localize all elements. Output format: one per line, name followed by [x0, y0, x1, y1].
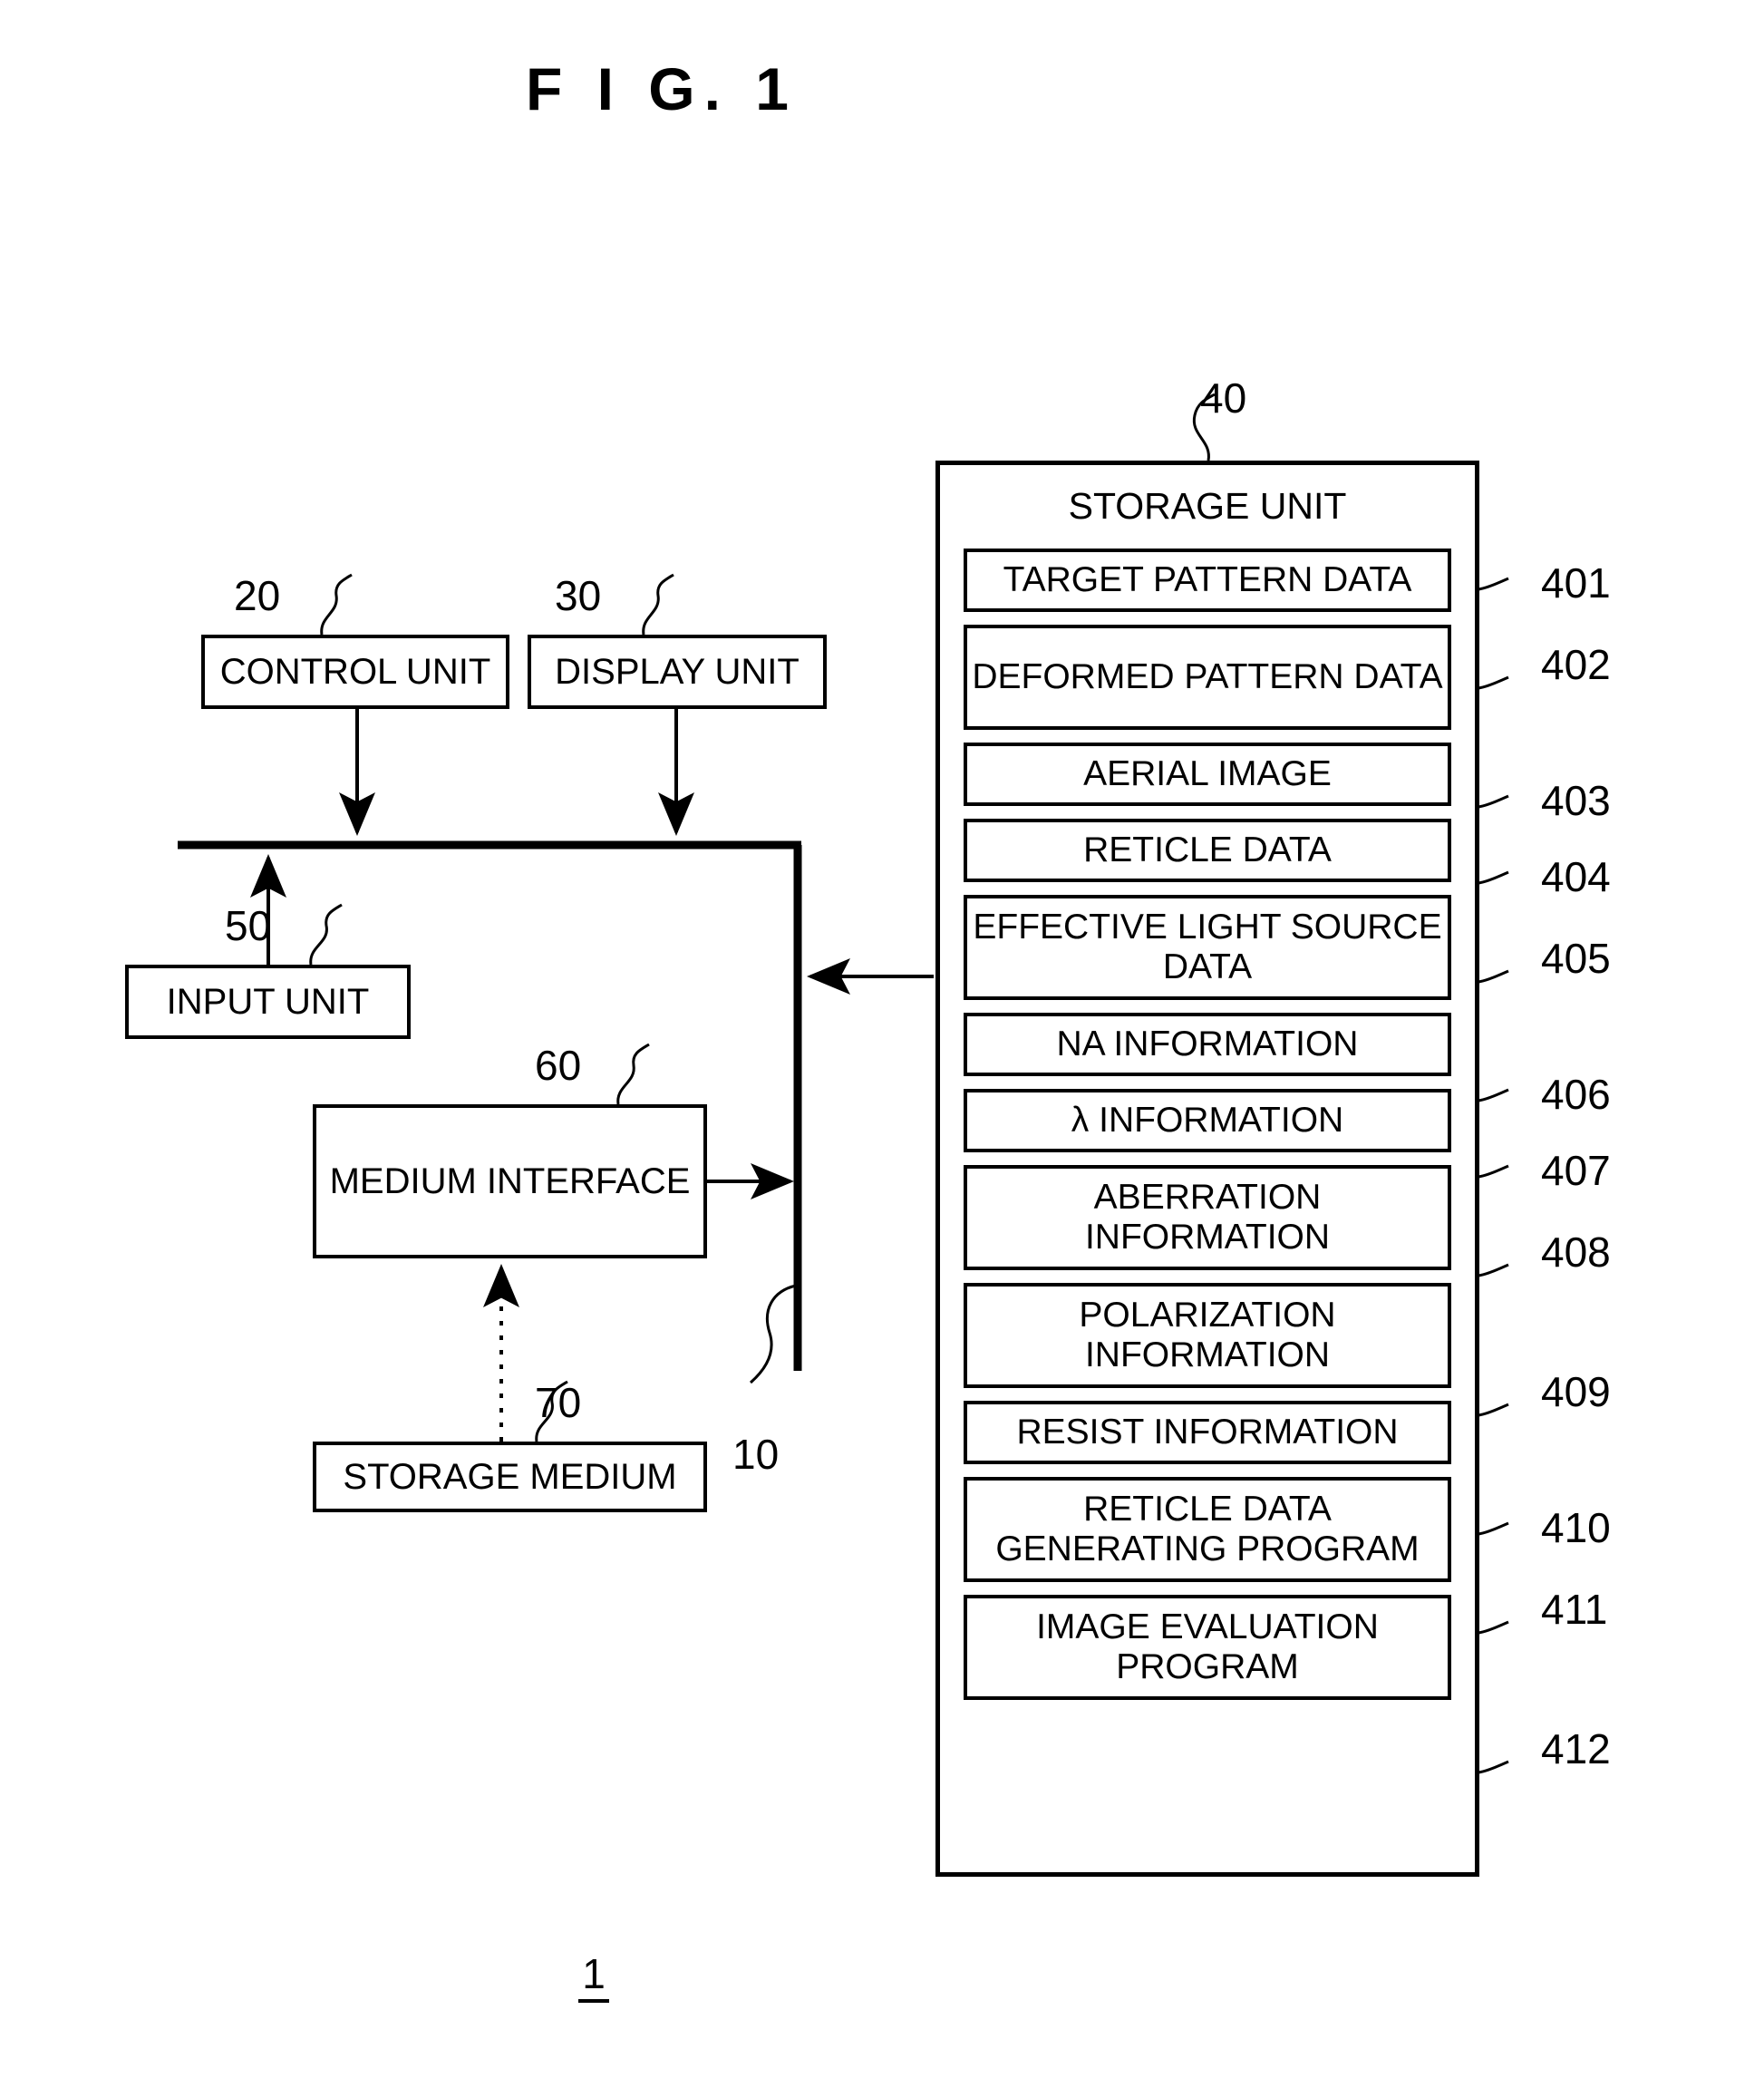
- reference-numeral-70: 70: [535, 1379, 582, 1426]
- input-unit-block: INPUT UNIT: [125, 965, 411, 1039]
- patent-figure: F I G. 1 CONTROL UNIT 20 DISPLAY UNIT 30…: [0, 0, 1764, 2078]
- reference-numeral-411: 411: [1541, 1586, 1608, 1633]
- storage-item: IMAGE EVALUATION PROGRAM: [964, 1595, 1451, 1700]
- storage-item-label: RETICLE DATA: [1083, 830, 1332, 870]
- storage-item: AERIAL IMAGE: [964, 743, 1451, 806]
- storage-item: RESIST INFORMATION: [964, 1401, 1451, 1464]
- reference-numeral-406: 406: [1541, 1071, 1611, 1118]
- storage-medium-label: STORAGE MEDIUM: [343, 1456, 677, 1497]
- reference-numeral-20: 20: [234, 572, 281, 619]
- storage-item-label: NA INFORMATION: [1056, 1024, 1359, 1064]
- reference-numeral-409: 409: [1541, 1368, 1611, 1415]
- display-unit-label: DISPLAY UNIT: [555, 651, 800, 692]
- reference-numeral-40: 40: [1200, 374, 1247, 422]
- storage-item: RETICLE DATA: [964, 819, 1451, 882]
- reference-numeral-404: 404: [1541, 853, 1611, 900]
- reference-numeral-410: 410: [1541, 1504, 1611, 1551]
- reference-numeral-50: 50: [225, 902, 272, 949]
- reference-numeral-412: 412: [1541, 1725, 1611, 1772]
- storage-item-label: IMAGE EVALUATION PROGRAM: [1036, 1607, 1379, 1686]
- storage-item-label: DEFORMED PATTERN DATA: [972, 657, 1443, 697]
- wiring-overlay: [178, 393, 1509, 1775]
- storage-item-label: RETICLE DATA GENERATING PROGRAM: [995, 1490, 1420, 1568]
- reference-numeral-403: 403: [1541, 777, 1611, 824]
- storage-item: RETICLE DATA GENERATING PROGRAM: [964, 1477, 1451, 1582]
- leader-50: [309, 903, 343, 966]
- leader-60: [616, 1043, 650, 1105]
- reference-numeral-407: 407: [1541, 1147, 1611, 1194]
- figure-bottom-numeral: 1: [0, 1949, 1187, 2003]
- display-unit-block: DISPLAY UNIT: [528, 635, 827, 709]
- leader-10: [750, 1284, 797, 1384]
- medium-interface-block: MEDIUM INTERFACE: [313, 1104, 707, 1258]
- reference-numeral-401: 401: [1541, 559, 1611, 607]
- storage-item-label: RESIST INFORMATION: [1016, 1413, 1399, 1452]
- storage-item: POLARIZATION INFORMATION: [964, 1283, 1451, 1388]
- storage-unit-block: STORAGE UNIT TARGET PATTERN DATA DEFORMED…: [935, 461, 1479, 1877]
- storage-item: DEFORMED PATTERN DATA: [964, 625, 1451, 730]
- storage-medium-block: STORAGE MEDIUM: [313, 1442, 707, 1512]
- input-unit-label: INPUT UNIT: [166, 981, 370, 1022]
- storage-item: EFFECTIVE LIGHT SOURCE DATA: [964, 895, 1451, 1000]
- storage-item: ABERRATION INFORMATION: [964, 1165, 1451, 1270]
- leader-20: [320, 573, 353, 636]
- reference-numeral-60: 60: [535, 1042, 582, 1089]
- medium-interface-label: MEDIUM INTERFACE: [329, 1160, 691, 1201]
- storage-item-label: λ INFORMATION: [1071, 1101, 1344, 1141]
- reference-numeral-10: 10: [732, 1431, 780, 1478]
- reference-numeral-402: 402: [1541, 641, 1611, 688]
- figure-bottom-numeral-value: 1: [578, 1950, 609, 2003]
- storage-item-label: AERIAL IMAGE: [1083, 754, 1332, 794]
- control-unit-label: CONTROL UNIT: [219, 651, 491, 692]
- storage-item: λ INFORMATION: [964, 1089, 1451, 1152]
- storage-item-label: EFFECTIVE LIGHT SOURCE DATA: [973, 908, 1442, 986]
- storage-item-label: TARGET PATTERN DATA: [1003, 560, 1412, 600]
- storage-item: NA INFORMATION: [964, 1013, 1451, 1076]
- reference-numeral-30: 30: [555, 572, 602, 619]
- storage-item-label: POLARIZATION INFORMATION: [1079, 1296, 1336, 1374]
- figure-title: F I G. 1: [525, 55, 799, 122]
- storage-item-label: ABERRATION INFORMATION: [1084, 1178, 1331, 1257]
- storage-item: TARGET PATTERN DATA: [964, 549, 1451, 612]
- control-unit-block: CONTROL UNIT: [201, 635, 509, 709]
- leader-30: [642, 573, 674, 636]
- reference-numeral-405: 405: [1541, 935, 1611, 982]
- reference-numeral-408: 408: [1541, 1228, 1611, 1276]
- storage-unit-item-list: TARGET PATTERN DATA DEFORMED PATTERN DATA…: [964, 549, 1451, 1852]
- storage-unit-title: STORAGE UNIT: [1068, 485, 1347, 527]
